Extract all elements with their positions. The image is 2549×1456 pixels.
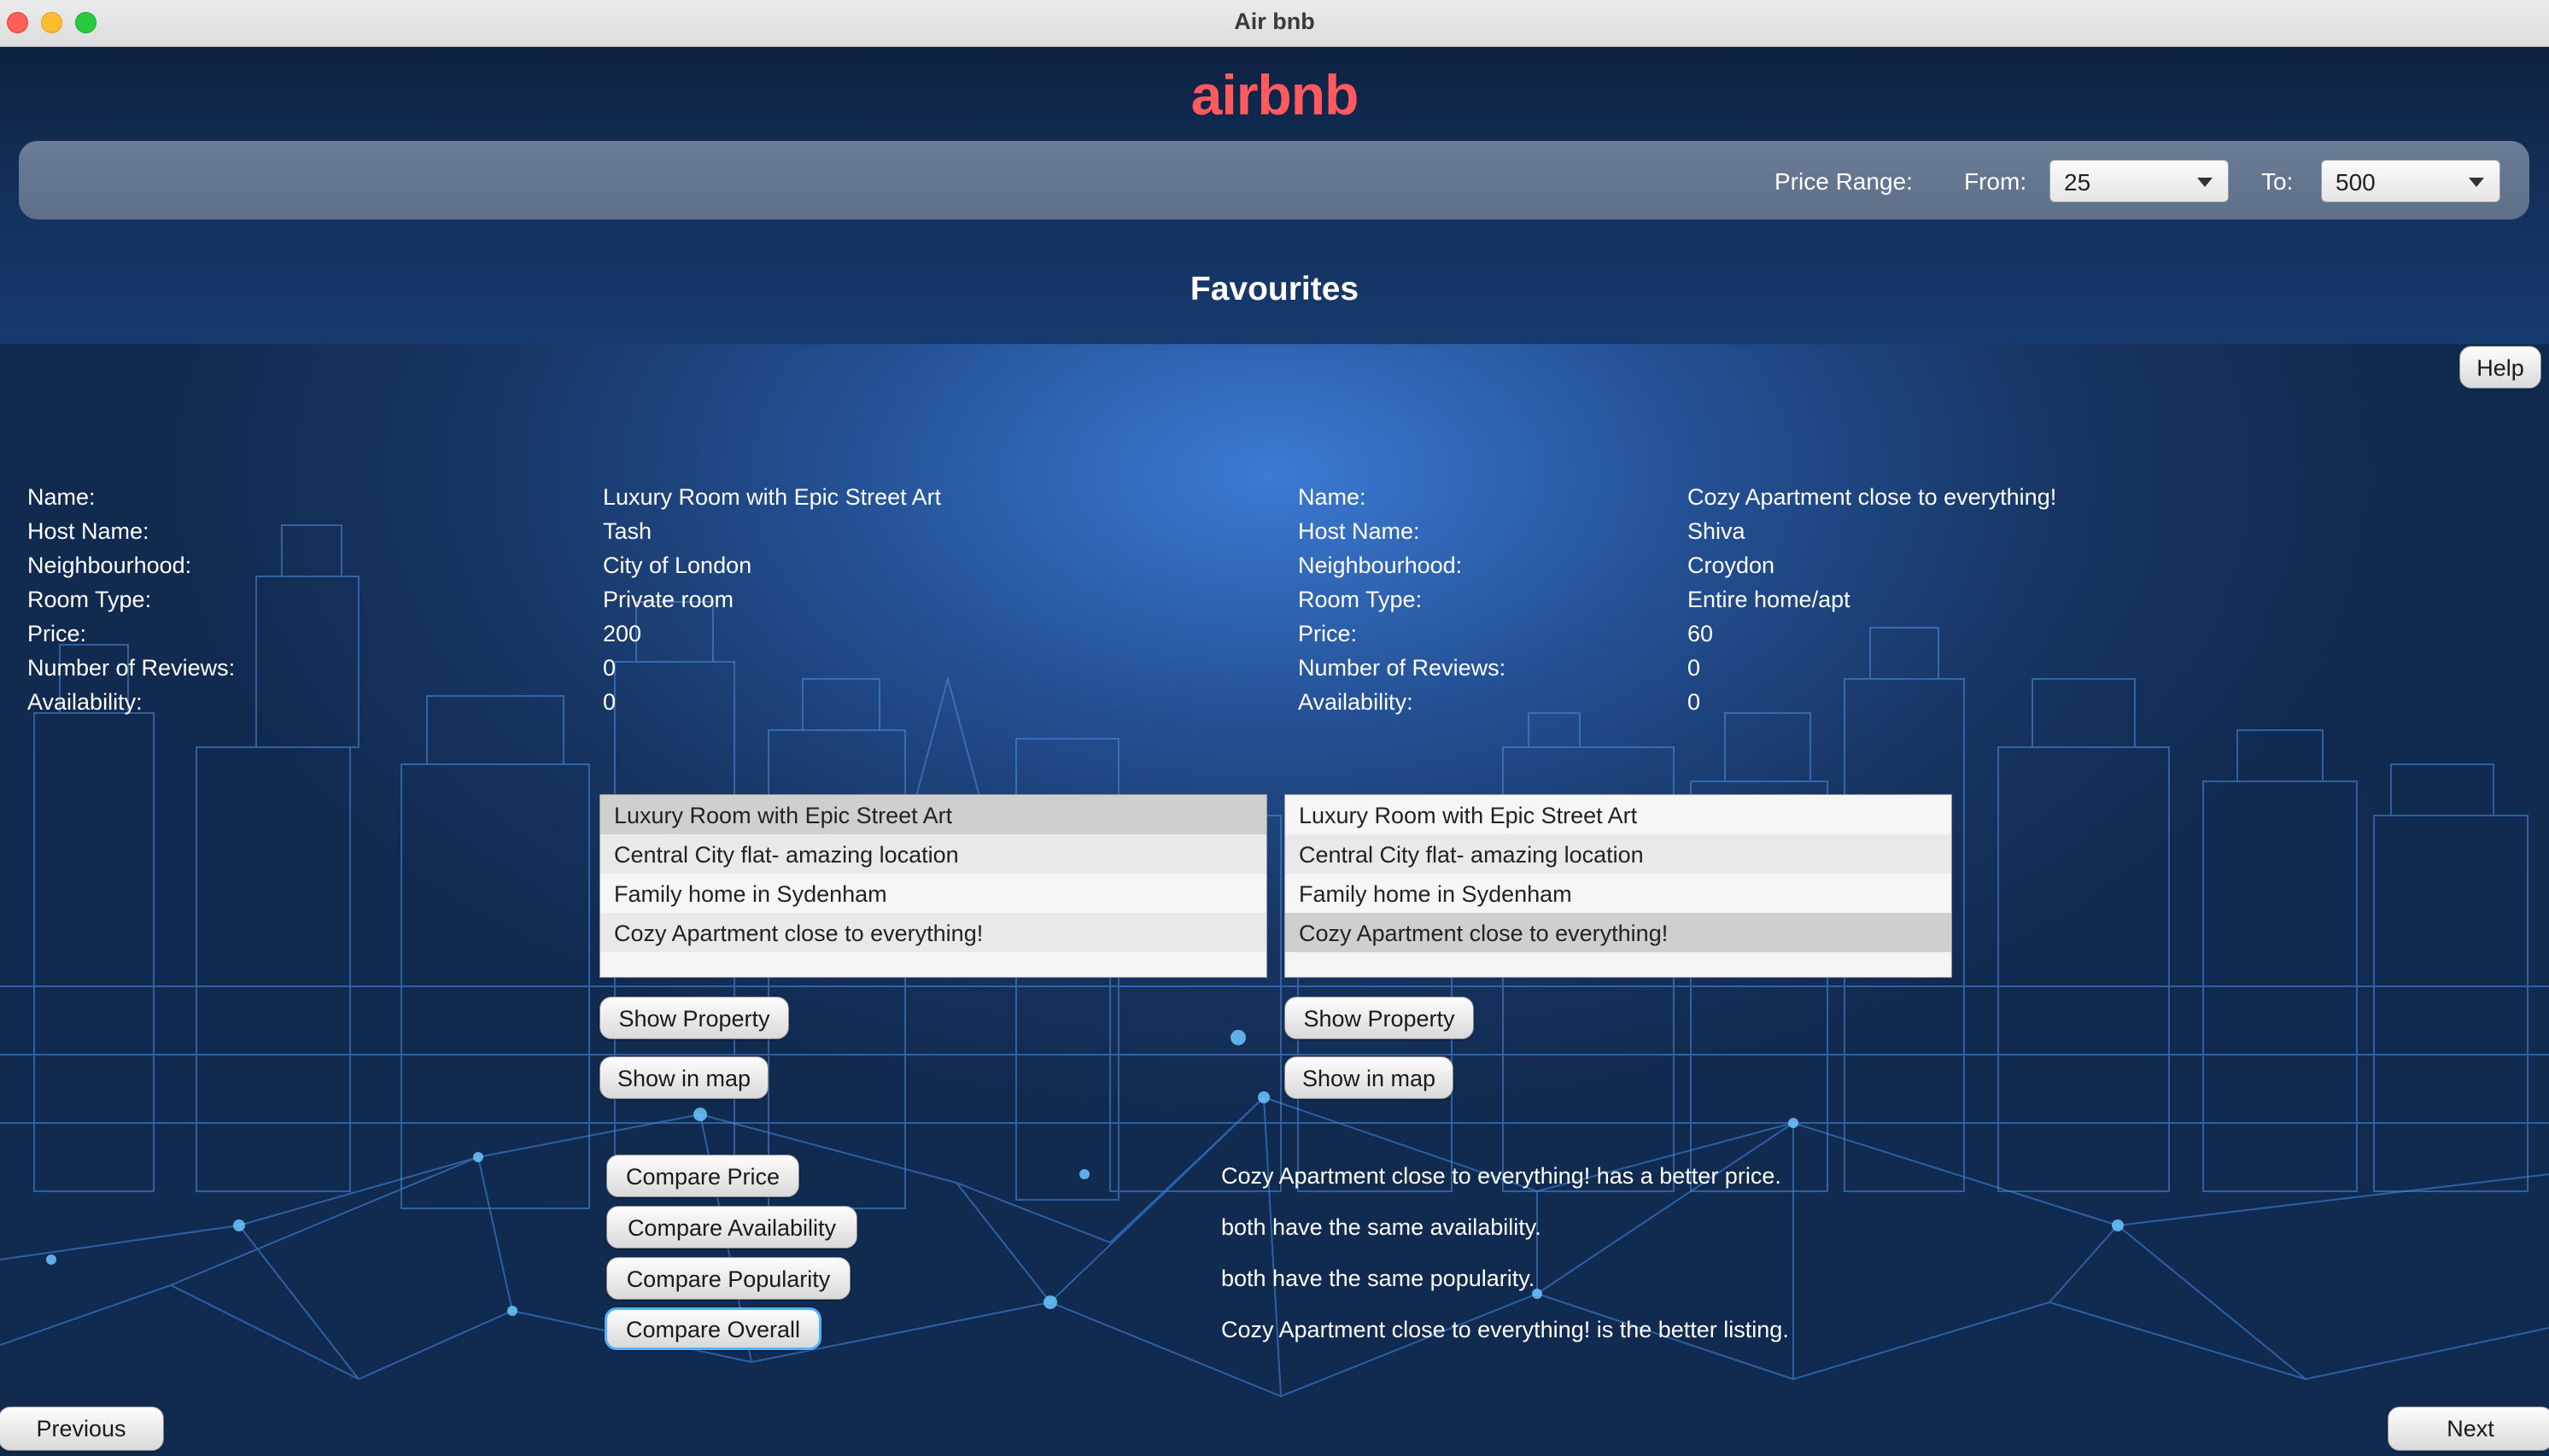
right-reviews-value: 0 bbox=[1687, 655, 1701, 681]
price-to-select[interactable]: 500 bbox=[2321, 160, 2500, 202]
compare-overall-button[interactable]: Compare Overall bbox=[605, 1307, 821, 1350]
label-number-of-reviews: Number of Reviews: bbox=[27, 655, 236, 681]
label-price: Price: bbox=[1298, 621, 1358, 646]
right-room-type-value: Entire home/apt bbox=[1687, 587, 1850, 612]
compare-price-button[interactable]: Compare Price bbox=[606, 1155, 799, 1197]
left-availability-value: 0 bbox=[603, 689, 617, 715]
chevron-down-icon bbox=[2197, 178, 2213, 187]
list-item[interactable]: Central City flat- amazing location bbox=[600, 834, 1266, 874]
app-content: airbnb Price Range: From: 25 To: 500 Fav… bbox=[0, 47, 2549, 1456]
compare-overall-result: Cozy Apartment close to everything! is t… bbox=[1221, 1317, 1789, 1342]
left-show-property-button[interactable]: Show Property bbox=[599, 997, 789, 1039]
left-favourites-list[interactable]: Luxury Room with Epic Street Art Central… bbox=[599, 794, 1267, 978]
chevron-down-icon bbox=[2469, 178, 2484, 187]
from-label: From: bbox=[1964, 168, 2027, 195]
right-host-name-value: Shiva bbox=[1687, 518, 1745, 544]
price-range-label: Price Range: bbox=[1774, 168, 1913, 195]
right-availability-value: 0 bbox=[1687, 689, 1701, 715]
window-title: Air bnb bbox=[1234, 9, 1315, 34]
left-name-value: Luxury Room with Epic Street Art bbox=[603, 484, 942, 510]
label-availability: Availability: bbox=[27, 689, 143, 715]
label-neighbourhood: Neighbourhood: bbox=[1298, 553, 1463, 578]
right-show-property-button[interactable]: Show Property bbox=[1284, 997, 1474, 1039]
right-price-value: 60 bbox=[1687, 621, 1714, 646]
compare-price-result: Cozy Apartment close to everything! has … bbox=[1221, 1163, 1781, 1189]
left-room-type-value: Private room bbox=[603, 587, 734, 612]
left-neighbourhood-value: City of London bbox=[603, 553, 752, 578]
right-name-value: Cozy Apartment close to everything! bbox=[1687, 484, 2057, 510]
compare-popularity-result: both have the same popularity. bbox=[1221, 1266, 1535, 1291]
price-to-value: 500 bbox=[2336, 169, 2376, 196]
label-neighbourhood: Neighbourhood: bbox=[27, 553, 192, 578]
label-name: Name: bbox=[1298, 484, 1366, 510]
window-titlebar: Air bnb bbox=[0, 0, 2549, 47]
compare-popularity-button[interactable]: Compare Popularity bbox=[606, 1257, 851, 1300]
list-item[interactable]: Cozy Apartment close to everything! bbox=[600, 913, 1266, 952]
to-label: To: bbox=[2261, 168, 2294, 195]
compare-availability-result: both have the same availability. bbox=[1221, 1214, 1541, 1240]
airbnb-logo: airbnb bbox=[1190, 63, 1359, 126]
label-name: Name: bbox=[27, 484, 96, 510]
list-item[interactable]: Luxury Room with Epic Street Art bbox=[1285, 795, 1951, 834]
list-item[interactable]: Family home in Sydenham bbox=[1285, 874, 1951, 913]
help-button[interactable]: Help bbox=[2459, 346, 2541, 389]
left-show-in-map-button[interactable]: Show in map bbox=[599, 1056, 769, 1099]
label-room-type: Room Type: bbox=[27, 587, 152, 612]
left-reviews-value: 0 bbox=[603, 655, 617, 681]
label-host-name: Host Name: bbox=[27, 518, 149, 544]
list-item[interactable]: Family home in Sydenham bbox=[600, 874, 1266, 913]
label-number-of-reviews: Number of Reviews: bbox=[1298, 655, 1506, 681]
page-title: Favourites bbox=[1190, 271, 1359, 307]
list-item[interactable]: Luxury Room with Epic Street Art bbox=[600, 795, 1266, 834]
label-price: Price: bbox=[27, 621, 87, 646]
list-item[interactable]: Cozy Apartment close to everything! bbox=[1285, 913, 1951, 952]
compare-availability-button[interactable]: Compare Availability bbox=[606, 1206, 857, 1248]
label-host-name: Host Name: bbox=[1298, 518, 1420, 544]
label-availability: Availability: bbox=[1298, 689, 1413, 715]
right-neighbourhood-value: Croydon bbox=[1687, 553, 1775, 578]
right-show-in-map-button[interactable]: Show in map bbox=[1284, 1056, 1453, 1099]
previous-button[interactable]: Previous bbox=[0, 1406, 164, 1451]
left-price-value: 200 bbox=[603, 621, 642, 646]
left-host-name-value: Tash bbox=[603, 518, 652, 544]
price-filter-bar: Price Range: From: 25 To: 500 bbox=[19, 141, 2529, 219]
price-from-select[interactable]: 25 bbox=[2049, 160, 2229, 202]
right-favourites-list[interactable]: Luxury Room with Epic Street Art Central… bbox=[1284, 794, 1952, 978]
label-room-type: Room Type: bbox=[1298, 587, 1423, 612]
header: airbnb Price Range: From: 25 To: 500 Fav… bbox=[0, 47, 2549, 344]
next-button[interactable]: Next bbox=[2388, 1406, 2549, 1451]
price-from-value: 25 bbox=[2064, 169, 2091, 196]
list-item[interactable]: Central City flat- amazing location bbox=[1285, 834, 1951, 874]
